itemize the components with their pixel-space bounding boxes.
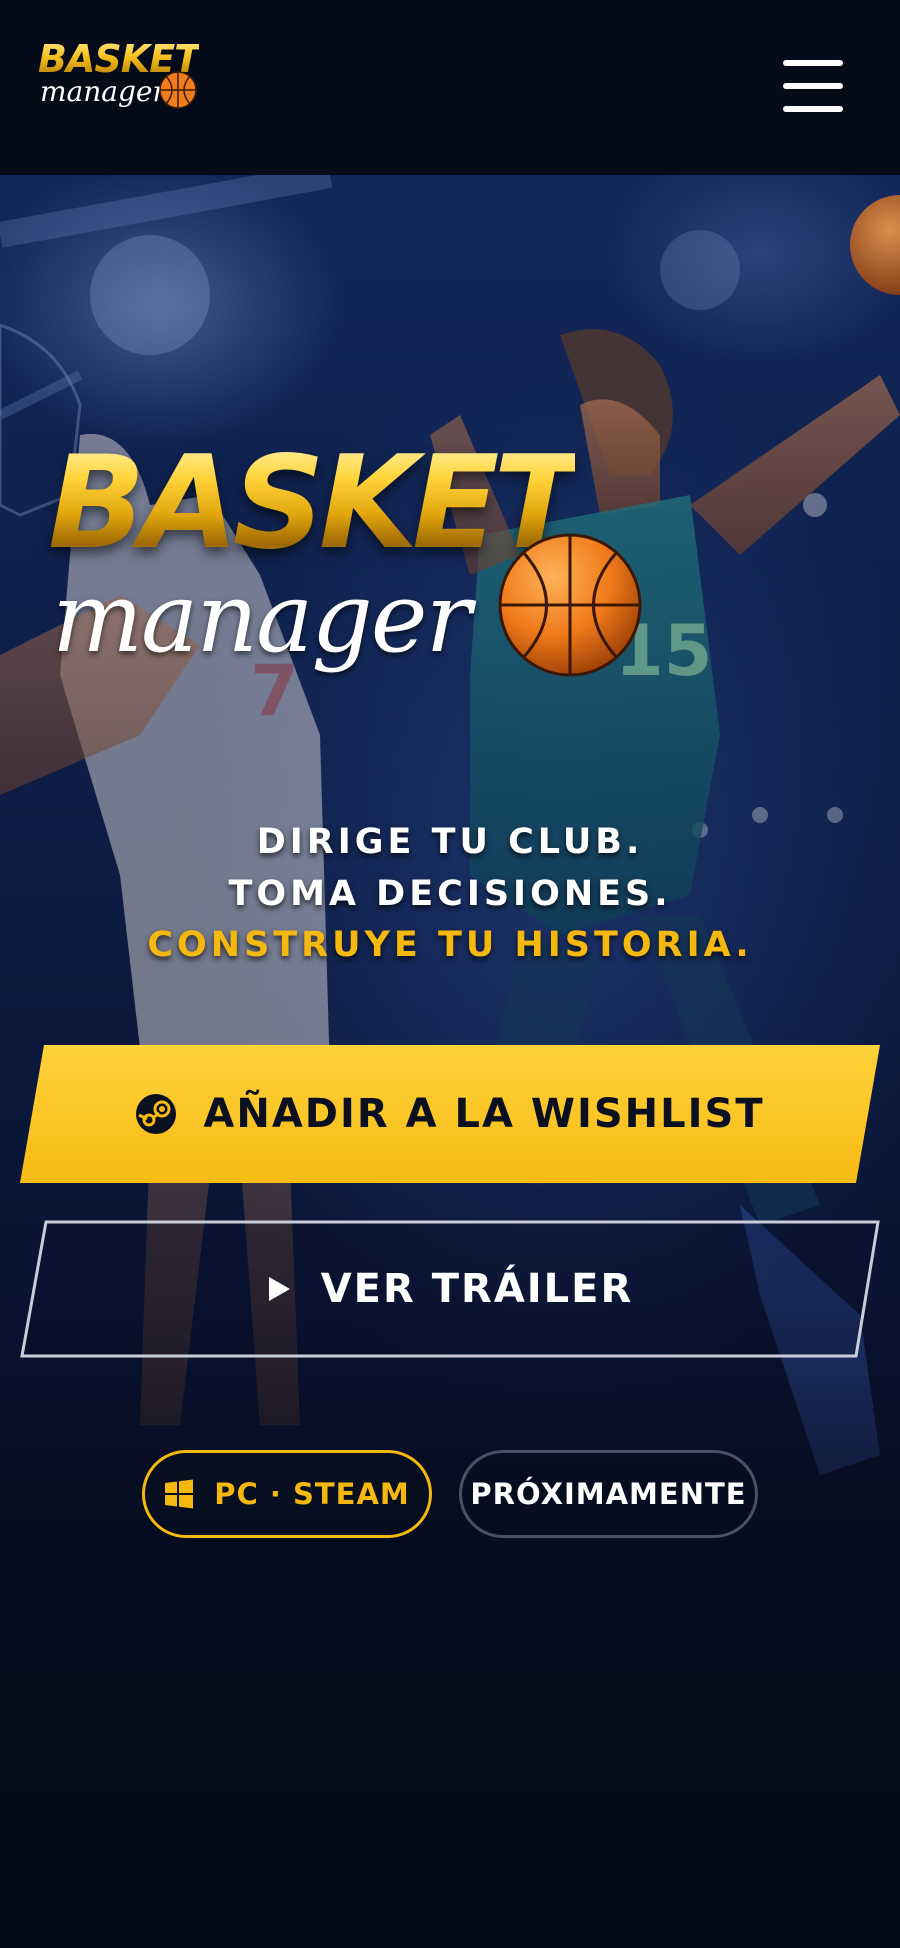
watch-trailer-button[interactable]: VER TRÁILER xyxy=(20,1220,880,1358)
coming-soon-pill: PRÓXIMAMENTE xyxy=(459,1450,758,1538)
hamburger-menu-icon[interactable] xyxy=(783,60,843,112)
menu-bar-middle xyxy=(783,83,843,89)
top-navigation-bar: BASKET manager xyxy=(0,0,900,175)
menu-bar-bottom xyxy=(783,106,843,112)
tagline-line-3: CONSTRUYE TU HISTORIA. xyxy=(147,925,753,965)
coming-soon-label: PRÓXIMAMENTE xyxy=(470,1477,747,1511)
platform-pill[interactable]: PC · STEAM xyxy=(142,1450,432,1538)
tagline-line-2: TOMA DECISIONES. xyxy=(228,874,672,914)
trailer-button-content: VER TRÁILER xyxy=(20,1220,880,1358)
hero-bottom-fade xyxy=(0,1300,900,1948)
wishlist-button-label: AÑADIR A LA WISHLIST xyxy=(203,1091,765,1137)
landing-page: 15 7 BASKET manager BASKET manager DIRIG… xyxy=(0,0,900,1948)
header-logo[interactable]: BASKET manager xyxy=(38,40,208,135)
steam-icon xyxy=(136,1094,177,1134)
header-logo-script: manager xyxy=(40,75,166,108)
menu-bar-top xyxy=(783,60,843,66)
basketball-icon xyxy=(159,71,197,109)
wishlist-button-content: AÑADIR A LA WISHLIST xyxy=(20,1045,880,1183)
trailer-button-label: VER TRÁILER xyxy=(320,1266,634,1312)
add-to-wishlist-button[interactable]: AÑADIR A LA WISHLIST xyxy=(20,1045,880,1183)
windows-icon xyxy=(165,1479,194,1509)
hero-logo-script: manager xyxy=(52,562,471,674)
basketball-icon xyxy=(498,533,642,677)
play-icon xyxy=(268,1277,290,1301)
tagline-line-1: DIRIGE TU CLUB. xyxy=(256,822,644,862)
platform-pill-label: PC · STEAM xyxy=(214,1477,410,1511)
hero-logo: BASKET manager xyxy=(40,430,660,760)
